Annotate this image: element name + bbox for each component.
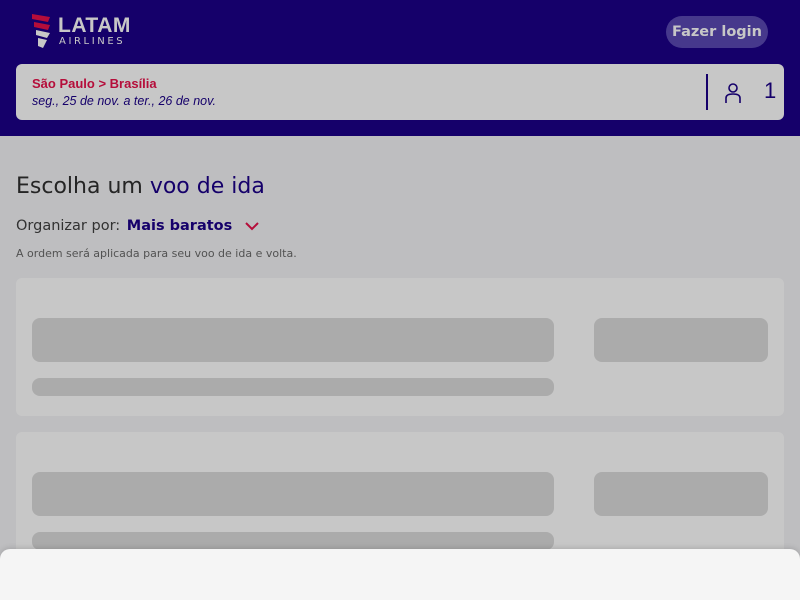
sort-note: A ordem será aplicada para seu voo de id…	[16, 247, 297, 260]
title-prefix: Escolha um	[16, 174, 143, 199]
search-summary-card[interactable]: São Paulo > Brasília seg., 25 de nov. a …	[16, 64, 784, 120]
sort-label: Organizar por:	[16, 218, 121, 234]
page-title: Escolha um voo de ida	[16, 174, 265, 199]
title-accent: voo de ida	[149, 174, 265, 199]
skeleton-block	[594, 472, 768, 516]
sort-selector[interactable]: Organizar por: Mais baratos	[16, 218, 259, 234]
sort-value[interactable]: Mais baratos	[127, 218, 233, 234]
brand-name: LATAM	[58, 14, 131, 37]
divider	[706, 74, 708, 110]
brand-subtitle: AIRLINES	[59, 36, 126, 47]
skeleton-block	[32, 318, 554, 362]
chevron-down-icon[interactable]	[245, 221, 259, 231]
latam-logo[interactable]: LATAM AIRLINES	[32, 14, 142, 48]
person-icon	[725, 83, 741, 103]
skeleton-line	[32, 532, 554, 550]
flight-card-skeleton	[16, 278, 784, 416]
skeleton-block	[594, 318, 768, 362]
latam-logo-icon	[32, 14, 50, 48]
bottom-sheet[interactable]	[0, 549, 800, 600]
dates-text: seg., 25 de nov. a ter., 26 de nov.	[32, 94, 216, 108]
login-button[interactable]: Fazer login	[666, 16, 768, 48]
top-header: LATAM AIRLINES Fazer login São Paulo > B…	[0, 0, 800, 136]
route-text: São Paulo > Brasília	[32, 76, 157, 91]
skeleton-block	[32, 472, 554, 516]
skeleton-line	[32, 378, 554, 396]
passenger-count: 1	[764, 78, 777, 103]
